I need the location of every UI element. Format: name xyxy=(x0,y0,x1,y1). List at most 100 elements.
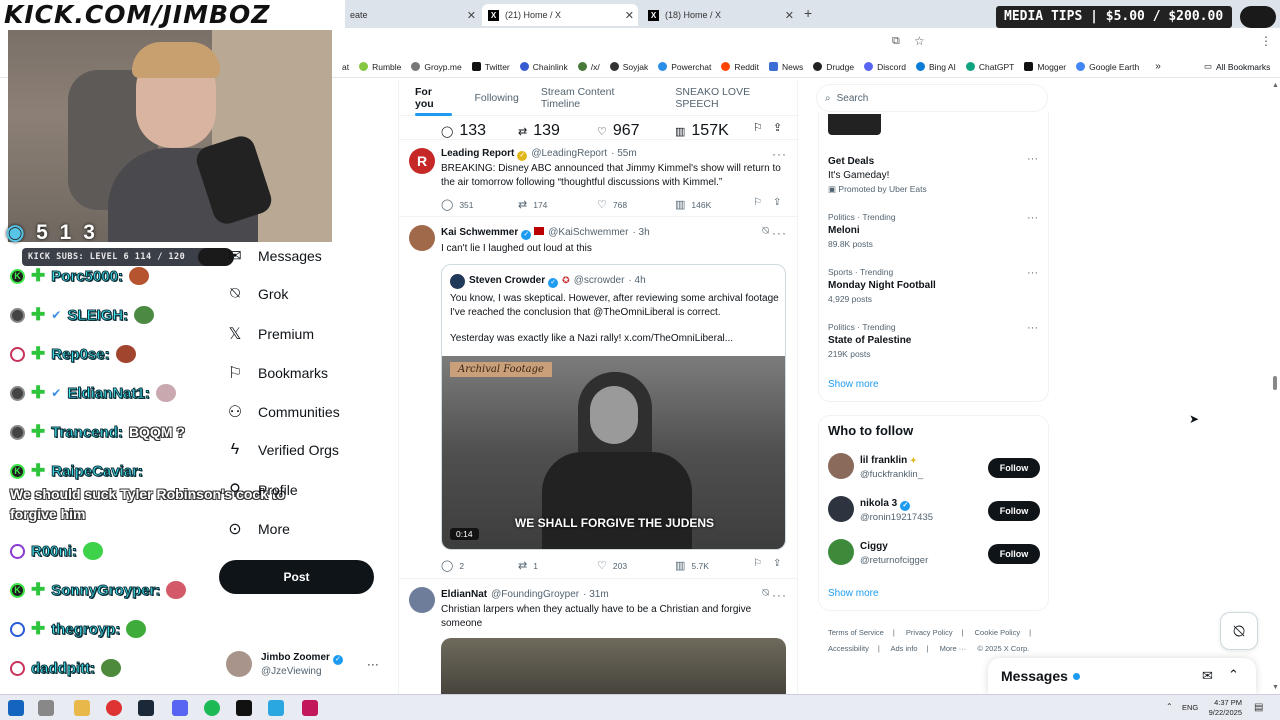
trend-item[interactable]: Politics · Trending State of Palestine 2… xyxy=(828,322,1038,359)
repost-button[interactable]: ⇄ 139 xyxy=(518,122,560,140)
bookmark-button[interactable]: ⚐ xyxy=(753,558,762,569)
quote-time[interactable]: · 4h xyxy=(628,275,645,286)
close-tab-icon[interactable]: ✕ xyxy=(785,9,794,22)
bookmark-item[interactable]: Groyp.me xyxy=(411,62,462,72)
tab-following[interactable]: Following xyxy=(468,80,524,116)
like-button[interactable]: ♡ 967 xyxy=(597,122,640,140)
tweet-handle[interactable]: @KaiSchwemmer xyxy=(548,227,628,238)
reply-button[interactable]: ◯ 351 xyxy=(441,198,474,211)
video-player[interactable]: Archival Footage WE SHALL FORGIVE THE JU… xyxy=(442,356,785,549)
views-button[interactable]: ▥ 5.7K xyxy=(675,559,709,572)
account-switcher[interactable]: Jimbo Zoomer ✓ @JzeViewing ··· xyxy=(226,648,386,680)
windows-start-icon[interactable] xyxy=(8,700,24,716)
quote-author[interactable]: Steven Crowder xyxy=(469,275,545,286)
reply-button[interactable]: ◯ 2 xyxy=(441,559,464,572)
all-bookmarks-button[interactable]: ▭ All Bookmarks xyxy=(1204,61,1270,72)
show-more-follow-link[interactable]: Show more xyxy=(828,588,879,599)
quote-handle[interactable]: @scrowder xyxy=(574,275,625,286)
tweet-author[interactable]: EldianNat xyxy=(441,589,487,600)
avatar[interactable] xyxy=(828,453,854,479)
file-explorer-icon[interactable] xyxy=(74,700,90,716)
repost-button[interactable]: ⇄ 174 xyxy=(518,198,547,211)
footer-link[interactable]: Terms of Service xyxy=(828,628,884,637)
new-tab-icon[interactable]: + xyxy=(804,5,812,21)
task-view-icon[interactable] xyxy=(38,700,54,716)
like-button[interactable]: ♡ 768 xyxy=(597,198,627,211)
follow-suggestion[interactable]: nikola 3 ✓ @ronin19217435 Follow xyxy=(828,496,1040,526)
nav-grok[interactable]: ⍉ Grok xyxy=(226,285,288,303)
bookmark-item[interactable]: Drudge xyxy=(813,62,854,72)
more-dots-icon[interactable]: ··· xyxy=(1027,153,1038,165)
tweet-time[interactable]: · 55m xyxy=(611,148,637,159)
ad-image[interactable] xyxy=(828,114,881,135)
grok-icon[interactable]: ⍉ xyxy=(762,587,769,600)
tweet[interactable]: EldianNat @FoundingGroyper · 31m ⍉ ··· Chr… xyxy=(399,579,797,694)
nav-communities[interactable]: ⚇ Communities xyxy=(226,402,340,422)
bookmark-item[interactable]: Discord xyxy=(864,62,906,72)
close-tab-icon[interactable]: ✕ xyxy=(625,9,634,22)
tab-sneako-love-speech[interactable]: SNEAKO LOVE SPEECH xyxy=(669,80,797,116)
chevron-right-icon[interactable]: » xyxy=(1155,61,1161,72)
nav-bookmarks[interactable]: ⚐ Bookmarks xyxy=(226,363,328,383)
language-indicator[interactable]: ENG xyxy=(1182,703,1198,712)
follow-suggestion[interactable]: lil franklin ✦ @fuckfranklin_ Follow xyxy=(828,453,1040,483)
bookmark-button[interactable]: ⚐ xyxy=(753,197,762,208)
notification-icon[interactable]: ▤ xyxy=(1254,702,1263,713)
close-tab-icon[interactable]: ✕ xyxy=(467,9,476,22)
bookmark-item[interactable]: /x/ xyxy=(577,62,600,72)
tweet-media-image[interactable] xyxy=(441,638,786,694)
chrome-icon[interactable] xyxy=(106,700,122,716)
bookmark-item[interactable]: Powerchat xyxy=(658,62,711,72)
bookmark-item[interactable]: Rumble xyxy=(359,62,401,72)
post-button[interactable]: Post xyxy=(219,560,374,594)
bookmark-item[interactable]: Mogger xyxy=(1024,62,1066,72)
like-button[interactable]: ♡ 203 xyxy=(597,559,627,572)
show-more-trends-link[interactable]: Show more xyxy=(828,379,879,390)
browser-tab-active[interactable]: X (21) Home / X ✕ xyxy=(482,4,638,26)
avatar[interactable] xyxy=(409,587,435,613)
grok-button[interactable]: ⍉ xyxy=(1220,612,1258,650)
tweet-time[interactable]: · 31m xyxy=(583,589,609,600)
more-dots-icon[interactable]: ··· xyxy=(1027,322,1038,334)
more-dots-icon[interactable]: ··· xyxy=(772,147,787,161)
bookmark-button[interactable]: ⚐ xyxy=(753,121,769,134)
follow-suggestion[interactable]: Ciggy @returnofcigger Follow xyxy=(828,539,1040,569)
quoted-tweet[interactable]: Steven Crowder ✓ ✪ @scrowder · 4h You know, … xyxy=(441,264,786,550)
bookmark-item[interactable]: Reddit xyxy=(721,62,759,72)
trend-item[interactable]: Sports · Trending Monday Night Football … xyxy=(828,267,1038,304)
bookmark-item[interactable]: at xyxy=(342,62,349,72)
footer-link[interactable]: Cookie Policy xyxy=(975,628,1020,637)
new-message-icon[interactable]: ✉ xyxy=(1202,668,1213,684)
tweet-time[interactable]: · 3h xyxy=(632,227,649,238)
cast-icon[interactable]: ⧉ xyxy=(892,35,900,48)
scrollbar-thumb[interactable] xyxy=(1273,376,1277,390)
repost-button[interactable]: ⇄ 1 xyxy=(518,559,538,572)
browser-tab[interactable]: X (18) Home / X ✕ xyxy=(642,4,798,26)
footer-link[interactable]: Accessibility xyxy=(828,644,869,653)
nav-premium[interactable]: 𝕏 Premium xyxy=(226,324,314,344)
views-button[interactable]: ▥ 157K xyxy=(675,122,729,140)
tweet-author[interactable]: Kai Schwemmer xyxy=(441,227,518,238)
clock[interactable]: 4:37 PM 9/22/2025 xyxy=(1209,698,1242,718)
bookmark-item[interactable]: News xyxy=(768,62,803,72)
bookmark-item[interactable]: Twitter xyxy=(471,62,510,72)
telegram-icon[interactable] xyxy=(268,700,284,716)
grok-icon[interactable]: ⍉ xyxy=(762,225,769,238)
promoted-ad[interactable]: Get Deals It's Gameday! ▣ Promoted by Ub… xyxy=(828,153,1038,195)
app-icon[interactable] xyxy=(302,700,318,716)
tray-chevron-icon[interactable]: ⌃ xyxy=(1166,702,1173,711)
obs-icon[interactable] xyxy=(236,700,252,716)
tweet-handle[interactable]: @LeadingReport xyxy=(531,148,607,159)
avatar[interactable] xyxy=(828,496,854,522)
tweet[interactable]: R Leading Report ✓ @LeadingReport · 55m ···… xyxy=(399,140,797,217)
footer-link[interactable]: Ads info xyxy=(890,644,917,653)
steam-icon[interactable] xyxy=(138,700,154,716)
bookmark-item[interactable]: Soyjak xyxy=(609,62,648,72)
browser-tab[interactable]: eate ✕ xyxy=(344,4,480,26)
scroll-up-arrow-icon[interactable]: ▲ xyxy=(1272,82,1279,89)
tab-stream-content-timeline[interactable]: Stream Content Timeline xyxy=(535,80,660,116)
bookmark-item[interactable]: ChatGPT xyxy=(965,62,1014,72)
discord-icon[interactable] xyxy=(172,700,188,716)
share-button[interactable]: ⇪ xyxy=(773,121,788,134)
more-dots-icon[interactable]: ··· xyxy=(772,588,787,602)
